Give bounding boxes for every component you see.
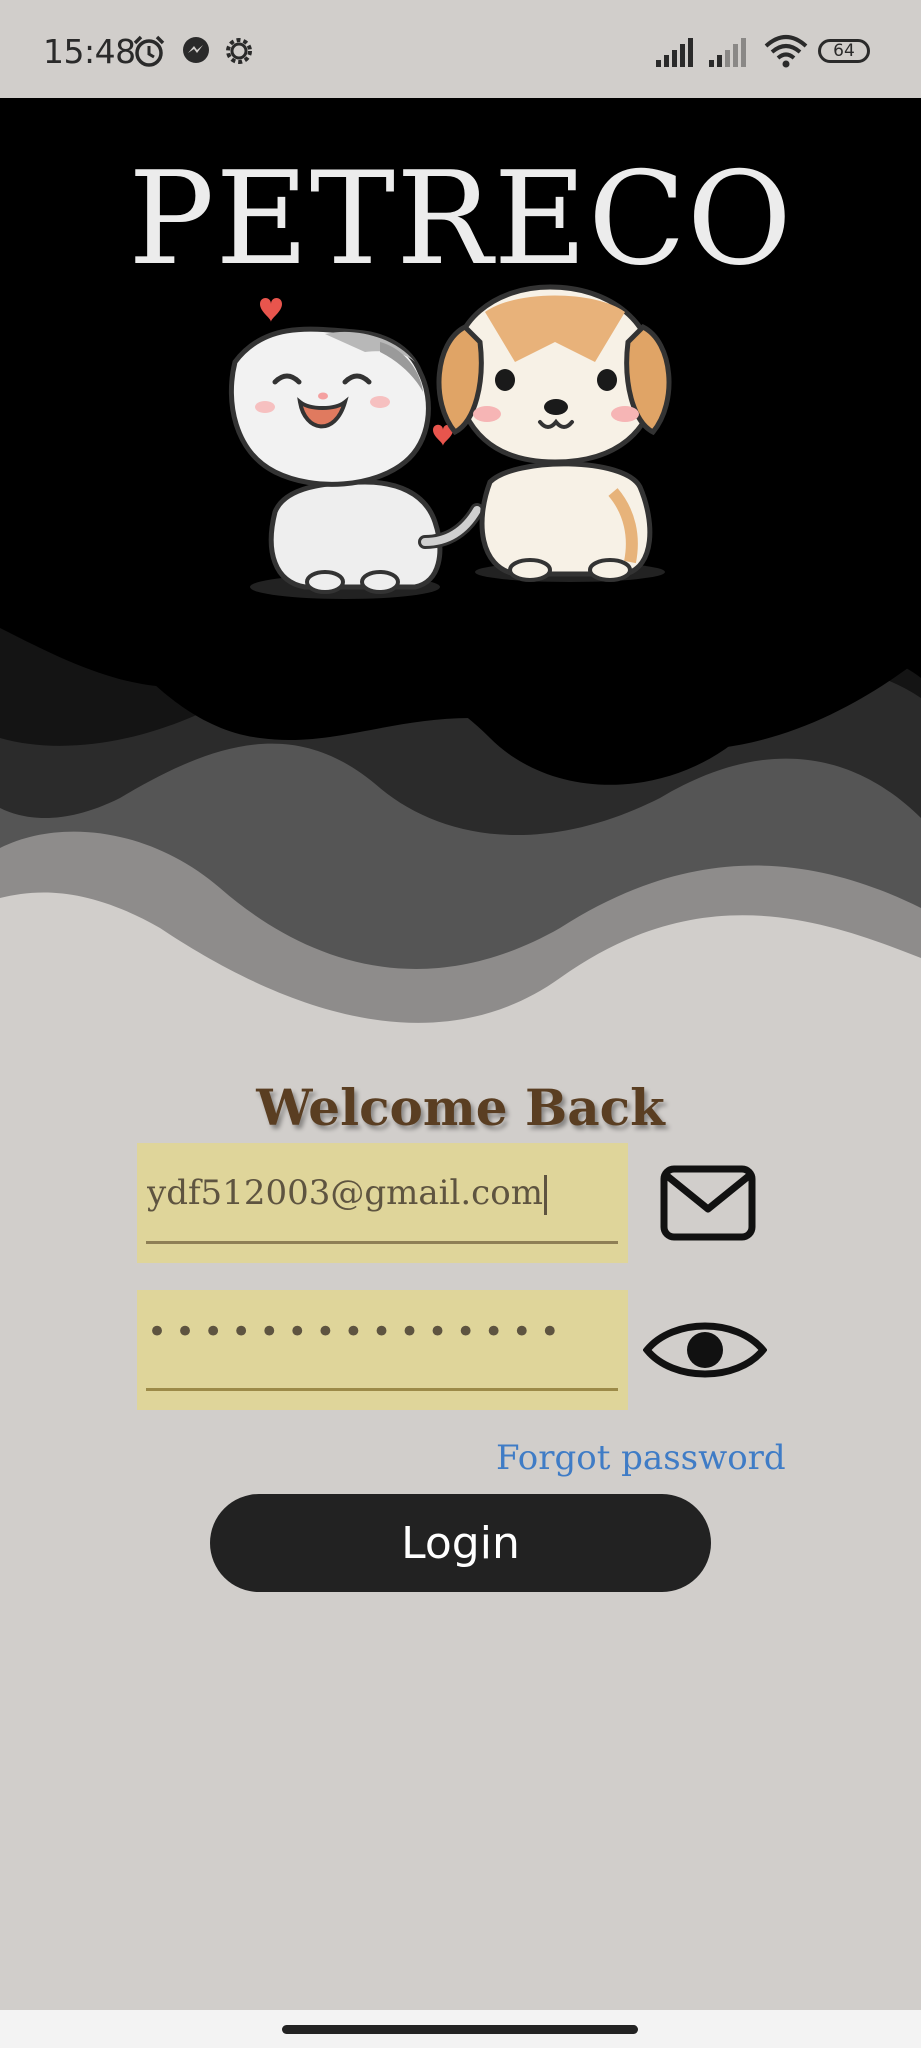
text-caret (543, 1175, 547, 1215)
email-input[interactable]: ydf512003@gmail.com (147, 1173, 618, 1215)
signal-icon-2 (709, 38, 746, 67)
welcome-heading: Welcome Back (256, 1078, 665, 1137)
app-title: PETRECO (128, 145, 793, 294)
forgot-password-link[interactable]: Forgot password (496, 1438, 786, 1478)
alarm-icon (133, 35, 165, 67)
email-field[interactable]: ydf512003@gmail.com (137, 1143, 628, 1263)
password-underline (146, 1388, 618, 1391)
eye-icon[interactable] (643, 1312, 767, 1388)
login-button[interactable]: Login (210, 1494, 711, 1592)
battery-icon: 64 (818, 39, 870, 63)
password-field[interactable]: ••••••••••••••• (137, 1290, 628, 1410)
system-nav-bar (0, 2010, 921, 2048)
wifi-icon (764, 35, 808, 68)
mail-icon (660, 1165, 756, 1241)
cat-and-dog-illustration (228, 284, 672, 599)
settings-gear-icon (226, 38, 252, 64)
messenger-icon (183, 37, 209, 63)
status-bar: 15:48 64 (0, 0, 921, 98)
home-indicator[interactable] (282, 2025, 638, 2034)
email-underline (146, 1241, 618, 1244)
status-time: 15:48 (43, 32, 136, 71)
signal-icon (656, 38, 693, 67)
password-input[interactable]: ••••••••••••••• (147, 1312, 568, 1352)
